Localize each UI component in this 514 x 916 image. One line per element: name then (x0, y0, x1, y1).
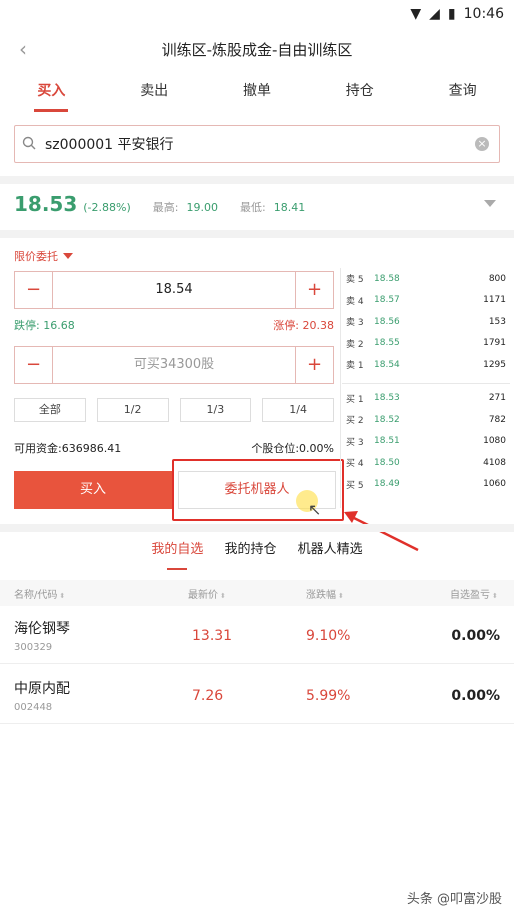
table-row[interactable]: 海伦钢琴 300329 13.31 9.10% 0.00% (0, 608, 514, 664)
search-input[interactable]: sz000001 平安银行 (43, 134, 475, 154)
section-divider (0, 230, 514, 238)
status-icons: ▼ ◢ ▮ 10:46 (410, 6, 504, 22)
trade-tabs: 买入 卖出 撤单 持仓 查询 (0, 72, 514, 112)
change-percent: 9.10% (306, 628, 351, 644)
book-divider (340, 268, 341, 508)
bid-row: 买 2 18.52 782 (346, 414, 506, 427)
tab-my-holdings[interactable]: 我的持仓 (224, 536, 276, 564)
tab-my-watchlist[interactable]: 我的自选 (151, 536, 203, 570)
sort-icon: ⬍ (59, 592, 66, 600)
quantity-input[interactable]: 可买34300股 (53, 347, 295, 383)
profit-loss: 0.00% (451, 628, 500, 644)
stock-code: 002448 (14, 702, 53, 713)
tab-robot-picks[interactable]: 机器人精选 (298, 536, 363, 564)
ask-row: 卖 4 18.57 1171 (346, 295, 506, 307)
change-percent: 5.99% (306, 688, 351, 704)
section-divider (0, 524, 514, 532)
high-value: 19.00 (186, 201, 218, 214)
col-name-code[interactable]: 名称/代码 ⬍ (14, 586, 65, 601)
tab-positions[interactable]: 持仓 (308, 72, 411, 112)
search-icon (15, 135, 43, 154)
ask-row: 卖 2 18.55 1791 (346, 338, 506, 350)
ratio-buttons: 全部 1/2 1/3 1/4 (14, 398, 334, 422)
tab-cancel[interactable]: 撤单 (206, 72, 309, 112)
wifi-icon: ▼ (410, 6, 422, 22)
price-change: (-2.88%) (83, 201, 131, 214)
stock-search-box[interactable]: sz000001 平安银行 × (14, 125, 500, 163)
ratio-half-button[interactable]: 1/2 (96, 398, 169, 422)
section-divider (0, 176, 514, 184)
sort-icon: ⬍ (220, 592, 226, 600)
buy-button[interactable]: 买入 (14, 471, 172, 509)
watermark: 头条 @叩富沙股 (406, 892, 502, 907)
qty-minus-button[interactable]: − (15, 347, 53, 383)
price-minus-button[interactable]: − (15, 272, 53, 308)
col-change[interactable]: 涨跌幅 ⬍ (306, 586, 344, 601)
limit-down: 跌停: 16.68 (14, 319, 75, 332)
clear-icon[interactable]: × (475, 137, 489, 151)
stock-name: 海伦钢琴 (14, 621, 70, 637)
title-bar: ‹ 训练区-炼股成金-自由训练区 (0, 30, 514, 70)
table-row[interactable]: 中原内配 002448 7.26 5.99% 0.00% (0, 668, 514, 724)
ask-row: 卖 1 18.54 1295 (346, 359, 506, 372)
quantity-stepper[interactable]: − 可买34300股 + (14, 346, 334, 384)
stock-code: 300329 (14, 642, 53, 653)
signal-icon: ◢ (429, 6, 440, 22)
last-price: 13.31 (192, 628, 233, 644)
tab-query[interactable]: 查询 (411, 72, 514, 112)
page-title: 训练区-炼股成金-自由训练区 (161, 41, 353, 59)
price-input[interactable]: 18.54 (53, 272, 295, 308)
table-header: 名称/代码 ⬍ 最新价 ⬍ 涨跌幅 ⬍ 自选盈亏 ⬍ (0, 580, 514, 606)
stock-name: 中原内配 (14, 681, 70, 697)
last-price: 7.26 (192, 688, 224, 704)
high-label: 最高: (152, 201, 179, 214)
battery-icon: ▮ (447, 6, 456, 22)
watchlist-tabs: 我的自选 我的持仓 机器人精选 (0, 536, 514, 572)
bid-row: 买 4 18.50 4108 (346, 457, 506, 470)
low-value: 18.41 (273, 201, 306, 214)
ratio-all-button[interactable]: 全部 (14, 398, 86, 422)
ask-row: 卖 3 18.56 153 (346, 316, 506, 329)
ratio-quarter-button[interactable]: 1/4 (262, 398, 334, 422)
quote-row: 18.53 (-2.88%) 最高: 19.00 最低: 18.41 (14, 192, 500, 222)
price-stepper[interactable]: − 18.54 + (14, 271, 334, 309)
profit-loss: 0.00% (451, 688, 500, 704)
expand-arrow-icon[interactable] (484, 200, 496, 207)
cursor-icon: ↖ (308, 500, 322, 519)
bid-row: 买 5 18.49 1060 (346, 479, 506, 491)
status-time: 10:46 (463, 6, 504, 22)
position-ratio: 个股仓位:0.00% (251, 442, 334, 455)
col-profit-loss[interactable]: 自选盈亏 ⬍ (450, 586, 498, 601)
sort-icon: ⬍ (492, 592, 498, 600)
current-price: 18.53 (14, 192, 78, 216)
caret-down-icon (63, 253, 73, 259)
bid-row: 买 1 18.53 271 (346, 393, 506, 405)
order-type-select[interactable]: 限价委托 (14, 248, 73, 264)
tab-buy[interactable]: 买入 (0, 72, 103, 112)
low-label: 最低: (239, 201, 266, 214)
order-book: 卖 5 18.58 800 卖 4 18.57 1171 卖 3 18.56 153 卖 2… (342, 268, 510, 495)
status-bar: ▼ ◢ ▮ 10:46 (0, 0, 514, 30)
tab-sell[interactable]: 卖出 (103, 72, 206, 112)
ratio-third-button[interactable]: 1/3 (179, 398, 252, 422)
price-plus-button[interactable]: + (295, 272, 333, 308)
available-funds: 可用资金:636986.41 (14, 442, 122, 455)
sort-icon: ⬍ (338, 592, 344, 600)
bid-row: 买 3 18.51 1080 (346, 436, 506, 448)
order-type-label: 限价委托 (14, 250, 58, 263)
ask-row: 卖 5 18.58 800 (346, 273, 506, 286)
col-last-price[interactable]: 最新价 ⬍ (188, 586, 226, 601)
fund-row: 可用资金:636986.41 个股仓位:0.00% (14, 440, 334, 456)
book-separator (342, 376, 510, 384)
limit-up: 涨停: 20.38 (273, 319, 334, 332)
qty-plus-button[interactable]: + (295, 347, 333, 383)
